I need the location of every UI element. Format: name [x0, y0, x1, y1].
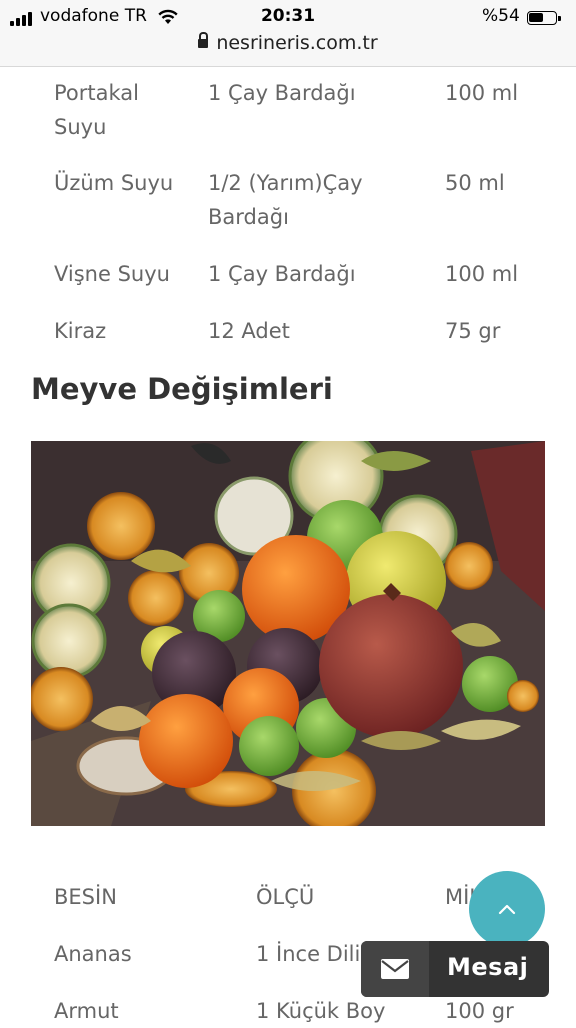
measure: 1 Küçük Boy — [256, 999, 386, 1023]
chevron-up-icon — [498, 904, 516, 915]
message-button-label: Mesaj — [447, 953, 529, 981]
food-name: Ananas — [54, 942, 132, 966]
column-header: ÖLÇÜ — [256, 885, 315, 909]
battery-icon — [527, 11, 561, 25]
browser-status-bar: vodafone TR 20:31 %54 nesrineris.com.tr — [0, 0, 576, 67]
food-name: Portakal Suyu — [54, 81, 139, 139]
battery-percentage: %54 — [482, 6, 520, 26]
message-button[interactable]: Mesaj — [361, 941, 549, 997]
envelope-icon — [361, 941, 429, 997]
measure: 1 Çay Bardağı — [208, 81, 356, 105]
amount: 50 ml — [445, 171, 505, 195]
amount: 100 ml — [445, 81, 519, 105]
scroll-to-top-button[interactable] — [469, 871, 545, 947]
address-bar[interactable]: nesrineris.com.tr — [0, 32, 576, 54]
fruit-photo — [31, 441, 545, 826]
measure: 1 Çay Bardağı — [208, 262, 356, 286]
column-header: BESİN — [54, 885, 117, 909]
url-text: nesrineris.com.tr — [216, 32, 378, 54]
food-name: Kiraz — [54, 319, 107, 343]
measure: 12 Adet — [208, 319, 290, 343]
measure: 1/2 (Yarım)Çay Bardağı — [208, 171, 363, 229]
lock-icon — [198, 32, 209, 48]
amount: 100 gr — [445, 999, 514, 1023]
section-heading: Meyve Değişimleri — [31, 372, 333, 406]
amount: 100 ml — [445, 262, 519, 286]
food-name: Vişne Suyu — [54, 262, 170, 286]
food-name: Armut — [54, 999, 119, 1023]
food-name: Üzüm Suyu — [54, 171, 174, 195]
amount: 75 gr — [445, 319, 501, 343]
